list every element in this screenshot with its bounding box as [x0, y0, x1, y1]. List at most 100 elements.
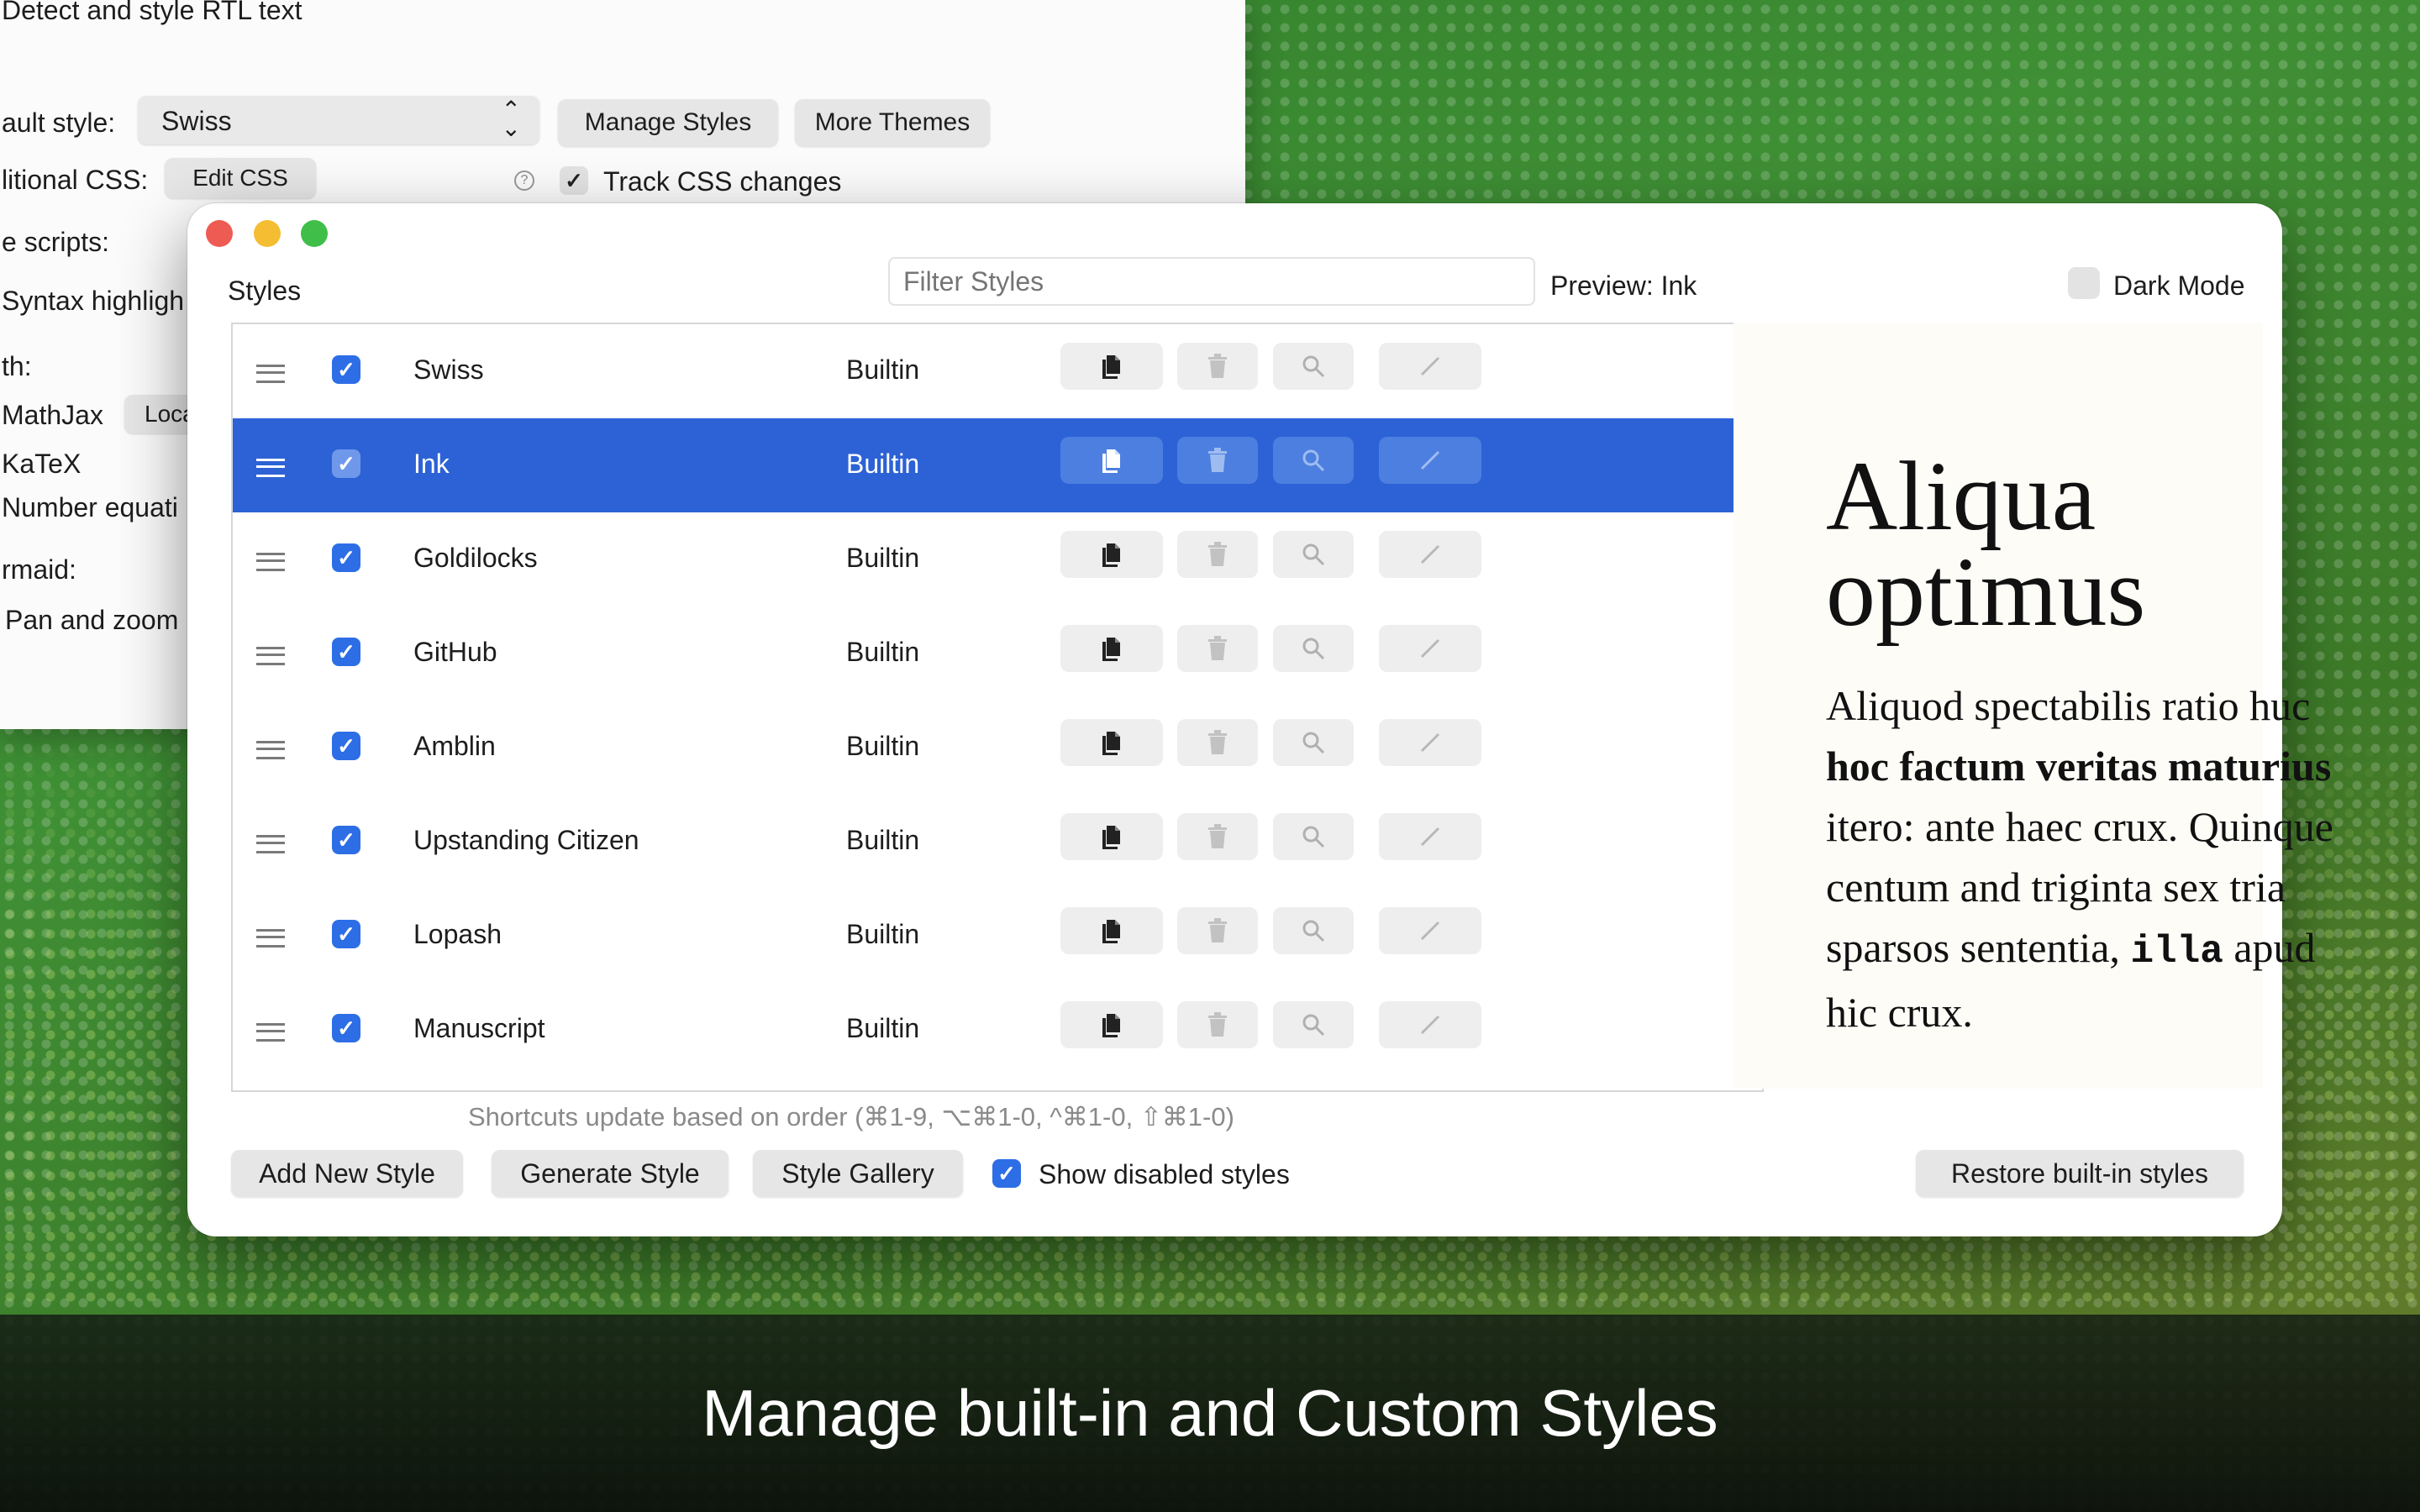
edit-style-button[interactable]: [1379, 907, 1481, 954]
dark-mode-checkbox[interactable]: [2068, 267, 2100, 299]
filter-styles-input[interactable]: [888, 257, 1535, 306]
style-row[interactable]: ✓ Upstanding Citizen Builtin: [233, 795, 1762, 889]
delete-style-button[interactable]: [1177, 343, 1258, 390]
drag-handle-icon[interactable]: [256, 647, 285, 665]
rtl-label: Detect and style RTL text: [2, 0, 302, 25]
edit-style-button[interactable]: [1379, 813, 1481, 860]
minimize-window-button[interactable]: [254, 220, 281, 247]
trash-icon: [1206, 447, 1229, 474]
copy-icon: [1098, 352, 1125, 381]
help-icon[interactable]: ?: [514, 171, 534, 191]
drag-handle-icon[interactable]: [256, 929, 285, 948]
style-enabled-checkbox[interactable]: ✓: [332, 543, 360, 572]
delete-style-button[interactable]: [1177, 625, 1258, 672]
style-row[interactable]: ✓ Goldilocks Builtin: [233, 512, 1762, 606]
restore-builtin-button[interactable]: Restore built-in styles: [1916, 1150, 2244, 1197]
delete-style-button[interactable]: [1177, 813, 1258, 860]
copy-icon: [1098, 1011, 1125, 1039]
search-icon: [1301, 918, 1326, 943]
more-themes-button[interactable]: More Themes: [795, 99, 990, 146]
delete-style-button[interactable]: [1177, 437, 1258, 484]
style-row[interactable]: ✓ GitHub Builtin: [233, 606, 1762, 701]
number-equations-option[interactable]: Number equati: [2, 492, 178, 523]
close-window-button[interactable]: [206, 220, 233, 247]
style-row[interactable]: ✓ Lopash Builtin: [233, 889, 1762, 983]
inspect-style-button[interactable]: [1273, 813, 1354, 860]
duplicate-style-button[interactable]: [1060, 531, 1163, 578]
mathjax-option[interactable]: MathJax: [2, 400, 103, 431]
style-row[interactable]: ✓ Swiss Builtin: [233, 324, 1762, 418]
inspect-style-button[interactable]: [1273, 907, 1354, 954]
duplicate-style-button[interactable]: [1060, 343, 1163, 390]
style-enabled-checkbox[interactable]: ✓: [332, 1014, 360, 1042]
add-new-style-button[interactable]: Add New Style: [231, 1150, 463, 1197]
math-label: th:: [2, 351, 32, 381]
inspect-style-button[interactable]: [1273, 437, 1354, 484]
style-row[interactable]: ✓ Manuscript Builtin: [233, 983, 1762, 1077]
inspect-style-button[interactable]: [1273, 1001, 1354, 1048]
pencil-icon: [1418, 730, 1443, 755]
pencil-icon: [1418, 918, 1443, 943]
drag-handle-icon[interactable]: [256, 835, 285, 853]
style-name: Amblin: [413, 731, 496, 761]
drag-handle-icon[interactable]: [256, 365, 285, 383]
style-enabled-checkbox[interactable]: ✓: [332, 732, 360, 760]
style-enabled-checkbox[interactable]: ✓: [332, 826, 360, 854]
search-icon: [1301, 448, 1326, 473]
style-enabled-checkbox[interactable]: ✓: [332, 355, 360, 384]
delete-style-button[interactable]: [1177, 907, 1258, 954]
default-style-select[interactable]: Swiss ⌃ ⌄: [138, 96, 539, 144]
style-enabled-checkbox[interactable]: ✓: [332, 449, 360, 478]
inspect-style-button[interactable]: [1273, 625, 1354, 672]
edit-style-button[interactable]: [1379, 343, 1481, 390]
generate-style-button[interactable]: Generate Style: [492, 1150, 729, 1197]
default-style-label: ault style:: [2, 108, 116, 138]
pencil-icon: [1418, 824, 1443, 849]
inspect-style-button[interactable]: [1273, 531, 1354, 578]
style-kind: Builtin: [846, 449, 920, 479]
duplicate-style-button[interactable]: [1060, 1001, 1163, 1048]
edit-style-button[interactable]: [1379, 1001, 1481, 1048]
style-name: Lopash: [413, 919, 502, 949]
preview-heading: Aliqua optimus: [1826, 441, 2146, 647]
duplicate-style-button[interactable]: [1060, 625, 1163, 672]
delete-style-button[interactable]: [1177, 1001, 1258, 1048]
katex-option[interactable]: KaTeX: [2, 449, 81, 480]
style-row[interactable]: ✓ Ink Builtin: [233, 418, 1762, 512]
edit-style-button[interactable]: [1379, 719, 1481, 766]
duplicate-style-button[interactable]: [1060, 813, 1163, 860]
preview-paragraph: Aliquod spectabilis ratio huc hoc factum…: [1826, 682, 2333, 1036]
manage-styles-button[interactable]: Manage Styles: [558, 99, 778, 146]
duplicate-style-button[interactable]: [1060, 437, 1163, 484]
pan-zoom-option[interactable]: Pan and zoom: [5, 605, 178, 636]
style-enabled-checkbox[interactable]: ✓: [332, 638, 360, 666]
edit-style-button[interactable]: [1379, 437, 1481, 484]
delete-style-button[interactable]: [1177, 719, 1258, 766]
duplicate-style-button[interactable]: [1060, 907, 1163, 954]
style-name: Swiss: [413, 354, 484, 385]
style-gallery-button[interactable]: Style Gallery: [753, 1150, 963, 1197]
drag-handle-icon[interactable]: [256, 459, 285, 477]
style-kind: Builtin: [846, 731, 920, 761]
track-css-label: Track CSS changes: [603, 166, 842, 197]
show-disabled-checkbox[interactable]: ✓: [992, 1159, 1021, 1188]
trash-icon: [1206, 353, 1229, 380]
pencil-icon: [1418, 448, 1443, 473]
delete-style-button[interactable]: [1177, 531, 1258, 578]
style-kind: Builtin: [846, 919, 920, 949]
track-css-checkbox[interactable]: ✓: [560, 166, 588, 195]
duplicate-style-button[interactable]: [1060, 719, 1163, 766]
style-enabled-checkbox[interactable]: ✓: [332, 920, 360, 948]
drag-handle-icon[interactable]: [256, 741, 285, 759]
inspect-style-button[interactable]: [1273, 719, 1354, 766]
style-kind: Builtin: [846, 825, 920, 855]
zoom-window-button[interactable]: [301, 220, 328, 247]
edit-css-button[interactable]: Edit CSS: [165, 158, 316, 198]
drag-handle-icon[interactable]: [256, 1023, 285, 1042]
edit-style-button[interactable]: [1379, 531, 1481, 578]
inspect-style-button[interactable]: [1273, 343, 1354, 390]
drag-handle-icon[interactable]: [256, 553, 285, 571]
scripts-label: e scripts:: [2, 227, 110, 257]
edit-style-button[interactable]: [1379, 625, 1481, 672]
style-row[interactable]: ✓ Amblin Builtin: [233, 701, 1762, 795]
